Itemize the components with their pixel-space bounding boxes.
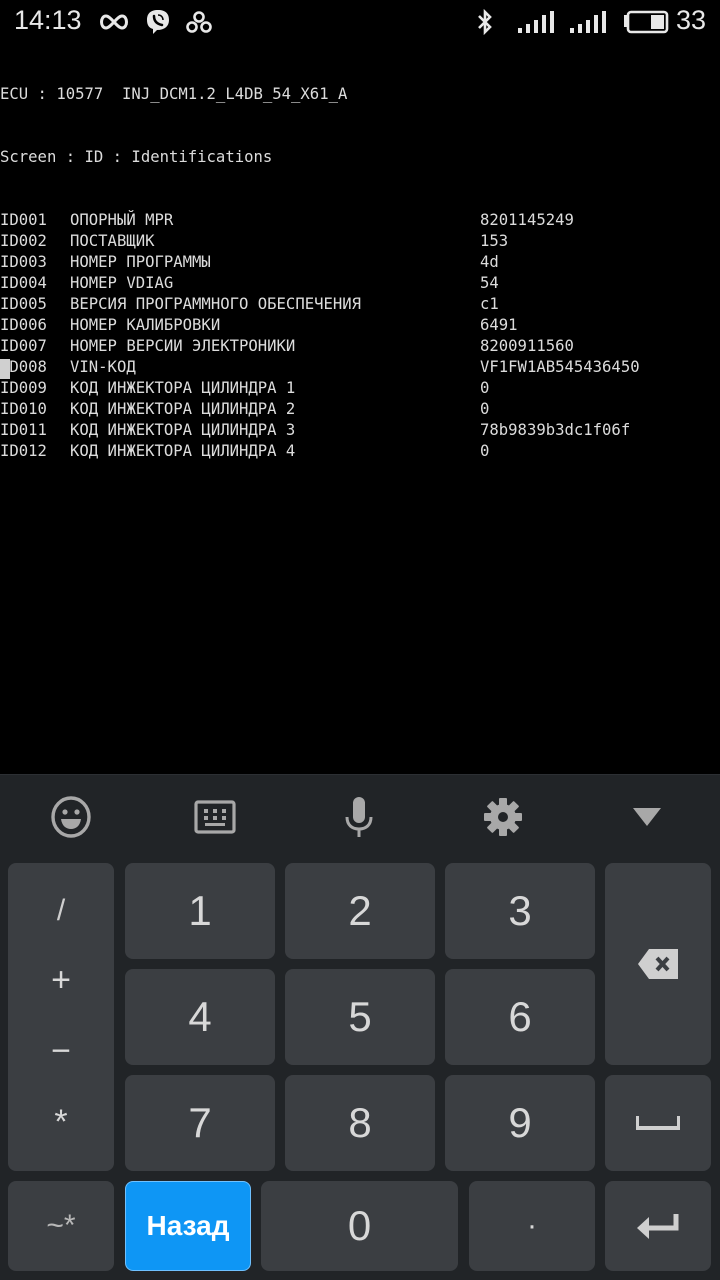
plus-key[interactable]: + [51, 963, 71, 997]
battery-icon [622, 8, 670, 36]
signal-sim1-icon [516, 8, 556, 36]
identification-row: ID011 КОД ИНЖЕКТОРА ЦИЛИНДРА 3 78b9839b3dc… [0, 420, 720, 441]
identification-row: ID001 ОПОРНЫЙ MPR 8201145249 [0, 210, 720, 231]
key-4[interactable]: 4 [125, 969, 275, 1065]
key-8[interactable]: 8 [285, 1075, 435, 1171]
screen-line: Screen : ID : Identifications [0, 148, 273, 166]
identification-list: ID001 ОПОРНЫЙ MPR 8201145249 ID002 ПОСТАВЩИК… [0, 210, 720, 462]
emoji-button[interactable] [46, 795, 96, 839]
key-2[interactable]: 2 [285, 863, 435, 959]
identification-row: ID012 КОД ИНЖЕКТОРА ЦИЛИНДРА 4 0 [0, 441, 720, 462]
bluetooth-icon [474, 8, 496, 36]
backspace-icon [638, 949, 678, 979]
row-id: ID005 [0, 295, 47, 313]
row-value: 0 [480, 442, 490, 460]
row-name: ПОСТАВЩИК [70, 232, 155, 250]
row-id: ID011 [0, 421, 47, 439]
text-cursor [0, 359, 10, 379]
row-name: НОМЕР VDIAG [70, 274, 174, 292]
identification-row: ID007 НОМЕР ВЕРСИИ ЭЛЕКТРОНИКИ 8200911560 [0, 336, 720, 357]
row-id: ID010 [0, 400, 47, 418]
identification-row: ID004 НОМЕР VDIAG 54 [0, 273, 720, 294]
enter-icon [637, 1214, 679, 1239]
slash-key[interactable]: / [57, 895, 65, 926]
row-id: ID004 [0, 274, 47, 292]
identification-row: ID003 НОМЕР ПРОГРАММЫ 4d [0, 252, 720, 273]
battery-level: 33 [676, 5, 707, 35]
back-key[interactable]: Назад [125, 1181, 251, 1271]
key-1[interactable]: 1 [125, 863, 275, 959]
row-id: ID001 [0, 211, 47, 229]
key-7[interactable]: 7 [125, 1075, 275, 1171]
keyboard-switch-button[interactable] [190, 795, 240, 839]
enter-key[interactable] [605, 1181, 711, 1271]
row-value: 153 [480, 232, 509, 250]
row-id: ID003 [0, 253, 47, 271]
keyboard-icon [194, 800, 236, 834]
clock: 14:13 [14, 5, 82, 35]
symbols-toggle-key[interactable]: ~* [8, 1181, 114, 1271]
asterisk-key[interactable]: * [54, 1105, 67, 1139]
identification-row: ID008 VIN-КОД VF1FW1AB545436450 [0, 357, 720, 378]
viber-icon [145, 8, 171, 36]
minus-key[interactable]: − [51, 1034, 71, 1068]
cloverleaf-icon [185, 8, 213, 36]
row-id: ID006 [0, 316, 47, 334]
row-name: НОМЕР ПРОГРАММЫ [70, 253, 211, 271]
status-bar: 14:13 33 [0, 0, 720, 44]
voice-input-button[interactable] [334, 795, 384, 839]
ecu-line: ECU : 10577 INJ_DCM1.2_L4DB_54_X61_A [0, 85, 348, 103]
row-id: ID002 [0, 232, 47, 250]
row-name: НОМЕР КАЛИБРОВКИ [70, 316, 221, 334]
identification-row: ID002 ПОСТАВЩИК 153 [0, 231, 720, 252]
row-value: 78b9839b3dc1f06f [480, 421, 631, 439]
row-name: ОПОРНЫЙ MPR [70, 211, 174, 229]
row-value: 8200911560 [480, 337, 574, 355]
backspace-key[interactable] [605, 863, 711, 1065]
space-icon [636, 1116, 680, 1130]
row-name: НОМЕР ВЕРСИИ ЭЛЕКТРОНИКИ [70, 337, 296, 355]
row-name: VIN-КОД [70, 358, 136, 376]
dot-key[interactable]: · [469, 1181, 595, 1271]
microphone-icon [345, 797, 373, 837]
settings-button[interactable] [478, 795, 528, 839]
row-name: ВЕРСИЯ ПРОГРАММНОГО ОБЕСПЕЧЕНИЯ [70, 295, 362, 313]
row-name: КОД ИНЖЕКТОРА ЦИЛИНДРА 1 [70, 379, 296, 397]
numeric-keyboard: / + − * 1 2 3 4 5 6 7 8 9 ~* Назад 0 · [0, 774, 720, 1280]
row-value: c1 [480, 295, 499, 313]
key-5[interactable]: 5 [285, 969, 435, 1065]
identification-row: ID010 КОД ИНЖЕКТОРА ЦИЛИНДРА 2 0 [0, 399, 720, 420]
signal-sim2-icon [568, 8, 608, 36]
row-value: 0 [480, 400, 490, 418]
key-6[interactable]: 6 [445, 969, 595, 1065]
space-key[interactable] [605, 1075, 711, 1171]
row-value: VF1FW1AB545436450 [480, 358, 640, 376]
hide-keyboard-icon [633, 808, 661, 826]
settings-gear-icon [484, 798, 522, 836]
row-id: ID012 [0, 442, 47, 460]
row-value: 0 [480, 379, 490, 397]
infinity-icon [96, 8, 132, 36]
key-9[interactable]: 9 [445, 1075, 595, 1171]
identification-row: ID006 НОМЕР КАЛИБРОВКИ 6491 [0, 315, 720, 336]
key-0[interactable]: 0 [261, 1181, 458, 1271]
identification-row: ID009 КОД ИНЖЕКТОРА ЦИЛИНДРА 1 0 [0, 378, 720, 399]
emoji-icon [51, 796, 91, 838]
key-3[interactable]: 3 [445, 863, 595, 959]
row-value: 6491 [480, 316, 518, 334]
row-id: ID007 [0, 337, 47, 355]
row-id: ID009 [0, 379, 47, 397]
hide-keyboard-button[interactable] [622, 795, 672, 839]
terminal-output: ECU : 10577 INJ_DCM1.2_L4DB_54_X61_A Scr… [0, 42, 720, 483]
row-value: 8201145249 [480, 211, 574, 229]
row-name: КОД ИНЖЕКТОРА ЦИЛИНДРА 3 [70, 421, 296, 439]
keyboard-toolbar [0, 775, 720, 859]
row-name: КОД ИНЖЕКТОРА ЦИЛИНДРА 2 [70, 400, 296, 418]
row-value: 54 [480, 274, 499, 292]
symbols-key-column[interactable]: / + − * [8, 863, 114, 1171]
row-name: КОД ИНЖЕКТОРА ЦИЛИНДРА 4 [70, 442, 296, 460]
identification-row: ID005 ВЕРСИЯ ПРОГРАММНОГО ОБЕСПЕЧЕНИЯ c1 [0, 294, 720, 315]
row-value: 4d [480, 253, 499, 271]
